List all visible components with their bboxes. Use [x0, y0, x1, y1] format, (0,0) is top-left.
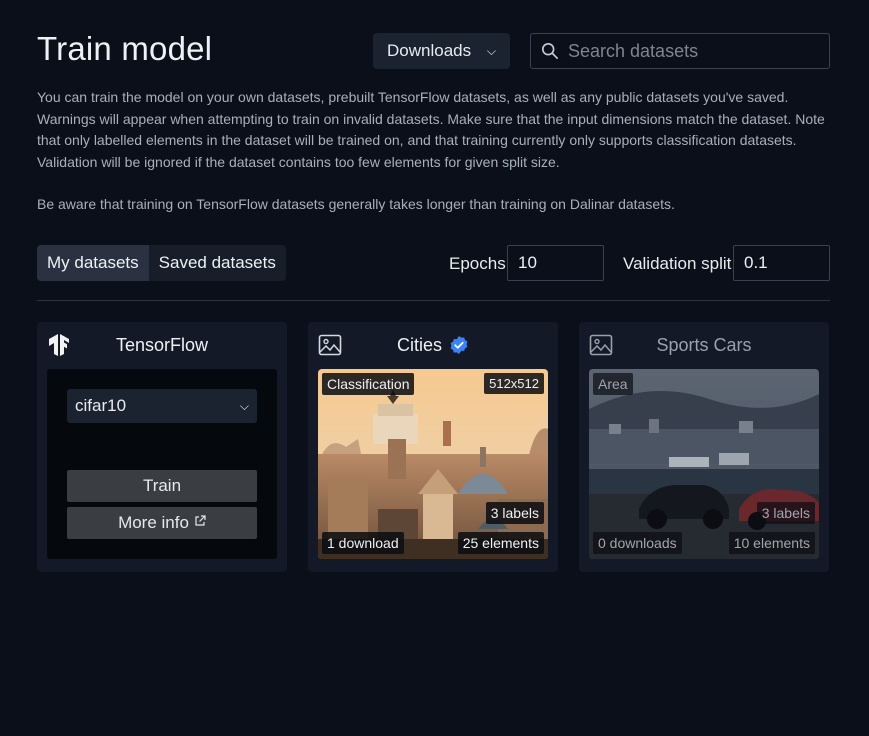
train-button-label: Train — [142, 476, 182, 495]
tab-my-datasets[interactable]: My datasets — [37, 245, 149, 281]
description-paragraph: Be aware that training on TensorFlow dat… — [37, 196, 675, 212]
chevron-down-icon: ⌵ — [239, 398, 249, 413]
search-box[interactable] — [530, 33, 830, 69]
epochs-label: Epochs — [449, 254, 506, 273]
dataset-thumbnail: Area 3 labels 0 downloads 10 elements — [589, 369, 819, 559]
dataset-title: Cities — [396, 334, 442, 355]
more-info-label: More info — [118, 513, 189, 532]
chevron-down-icon: ⌵ — [486, 43, 496, 58]
verified-badge-icon — [450, 336, 468, 354]
tab-saved-datasets[interactable]: Saved datasets — [149, 245, 286, 281]
tensorflow-logo-icon — [49, 334, 69, 356]
page-title: Train model — [37, 30, 213, 67]
cities-thumbnail-image — [318, 369, 548, 559]
dataset-downloads-badge: 1 download — [322, 532, 404, 554]
sort-select[interactable]: Downloads ⌵ — [373, 33, 510, 69]
epochs-input[interactable] — [507, 245, 604, 281]
search-icon — [541, 42, 559, 60]
description-paragraph: You can train the model on your own data… — [37, 89, 825, 170]
sports-cars-thumbnail-image — [589, 369, 819, 559]
divider — [37, 300, 830, 301]
tensorflow-card: TensorFlow cifar10 ⌵ Train More info — [37, 322, 287, 572]
train-button[interactable]: Train — [67, 470, 257, 502]
dataset-downloads-badge: 0 downloads — [593, 532, 682, 554]
image-icon — [589, 334, 613, 356]
dataset-title: Sports Cars — [656, 334, 752, 355]
tensorflow-dataset-select[interactable]: cifar10 ⌵ — [67, 389, 257, 423]
tensorflow-panel: cifar10 ⌵ Train More info — [47, 369, 277, 559]
tensorflow-card-title: TensorFlow — [115, 334, 209, 355]
dataset-elements-badge: 25 elements — [457, 532, 544, 554]
dataset-labels-badge: 3 labels — [485, 502, 544, 524]
image-icon — [318, 334, 342, 356]
search-input[interactable] — [568, 40, 808, 62]
dataset-card-sports-cars[interactable]: Sports Cars Area 3 labels 0 downloads 10… — [579, 322, 829, 572]
dataset-size-badge: 512x512 — [484, 373, 544, 394]
tensorflow-dataset-value: cifar10 — [75, 396, 127, 415]
dataset-type-badge: Classification — [322, 373, 415, 395]
dataset-card-cities[interactable]: Cities Classification 512x512 3 labels 1… — [308, 322, 558, 572]
description: You can train the model on your own data… — [37, 87, 837, 216]
dataset-tabs: My datasets Saved datasets — [37, 245, 286, 281]
dataset-labels-badge: 3 labels — [756, 502, 815, 524]
external-link-icon — [195, 515, 206, 526]
sort-select-value: Downloads — [387, 41, 472, 60]
dataset-thumbnail: Classification 512x512 3 labels 1 downlo… — [318, 369, 548, 559]
validation-split-label: Validation split — [623, 254, 732, 273]
more-info-button[interactable]: More info — [67, 507, 257, 539]
dataset-elements-badge: 10 elements — [728, 532, 815, 554]
dataset-type-badge: Area — [593, 373, 633, 395]
validation-split-input[interactable] — [733, 245, 830, 281]
